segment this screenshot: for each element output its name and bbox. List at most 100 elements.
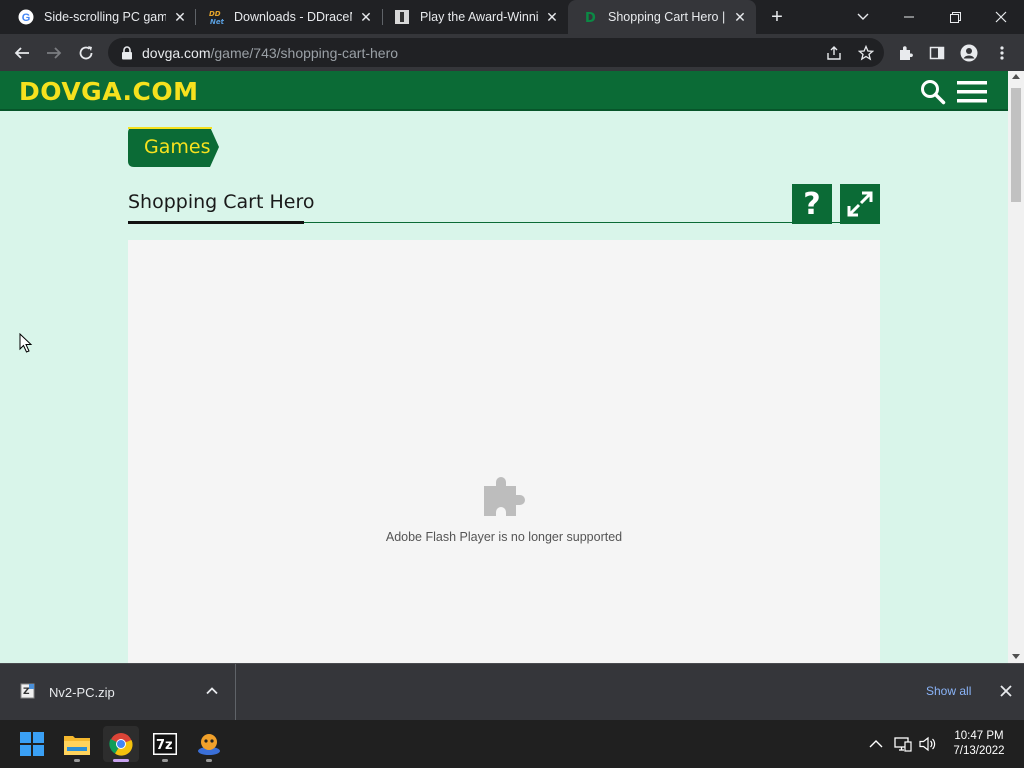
clock-date: 7/13/2022 <box>953 745 1005 757</box>
close-window-button[interactable] <box>978 0 1024 34</box>
page-scrollbar[interactable] <box>1008 71 1024 663</box>
mouse-cursor-icon <box>19 332 33 353</box>
game-embed-area[interactable]: Adobe Flash Player is no longer supporte… <box>128 240 880 663</box>
close-icon <box>995 11 1007 23</box>
game-app-icon <box>198 734 220 755</box>
chrome-icon <box>109 733 133 756</box>
download-file-name: Nv2-PC.zip <box>49 685 115 700</box>
restore-icon <box>949 11 961 23</box>
title-underline <box>128 221 304 224</box>
clock-time: 10:47 PM <box>954 730 1004 742</box>
scrollbar-thumb[interactable] <box>1011 88 1021 202</box>
site-logo[interactable]: DOVGA.COM <box>19 77 199 106</box>
site-search-button[interactable] <box>920 79 946 105</box>
tab-strip: G Side-scrolling PC game ✕ DD Net Downloa… <box>0 0 1024 34</box>
hamburger-menu-icon <box>957 81 987 103</box>
taskbar-7zip[interactable]: 7z <box>147 726 183 762</box>
search-icon <box>921 80 946 105</box>
page-viewport: DOVGA.COM Games Shopping Cart Hero ? Ado… <box>0 71 1008 663</box>
extensions-button[interactable] <box>892 39 920 67</box>
lock-icon <box>120 45 134 60</box>
tab-shopping-cart-hero[interactable]: D Shopping Cart Hero | d ✕ <box>568 0 756 34</box>
back-button[interactable] <box>8 39 36 67</box>
network-icon[interactable] <box>894 735 912 753</box>
chevron-up-tray-icon[interactable] <box>867 735 885 753</box>
ddnet-icon: DD Net <box>208 9 224 25</box>
puzzle-icon <box>900 46 913 60</box>
svg-text:DD: DD <box>209 10 221 18</box>
close-tab-icon[interactable]: ✕ <box>172 9 188 25</box>
chevron-down-icon <box>857 13 869 20</box>
address-bar[interactable]: dovga.com/game/743/shopping-cart-hero <box>108 38 884 67</box>
windows-start-icon <box>20 732 44 756</box>
system-clock[interactable]: 10:47 PM 7/13/2022 <box>946 729 1012 759</box>
svg-text:G: G <box>22 12 31 24</box>
close-tab-icon[interactable]: ✕ <box>544 9 560 25</box>
arrow-right-icon <box>47 47 62 59</box>
arrow-left-icon <box>14 47 29 59</box>
scroll-down-arrow-icon[interactable] <box>1012 654 1020 659</box>
profile-button[interactable] <box>955 39 983 67</box>
url-text: dovga.com/game/743/shopping-cart-hero <box>142 45 398 61</box>
forward-button[interactable] <box>40 39 68 67</box>
share-icon[interactable] <box>826 45 842 61</box>
tab-search-button[interactable] <box>840 0 886 34</box>
tab-award-winning-game[interactable]: Play the Award-Winning ✕ <box>382 0 568 34</box>
svg-text:Z: Z <box>23 687 30 697</box>
running-indicator <box>162 759 168 762</box>
taskbar-chrome[interactable] <box>103 726 139 762</box>
dovga-icon: D <box>582 9 598 25</box>
tab-title: Side-scrolling PC game <box>44 10 166 24</box>
scroll-up-arrow-icon[interactable] <box>1012 74 1020 79</box>
expand-icon <box>847 191 873 217</box>
svg-text:D: D <box>585 11 596 25</box>
running-indicator <box>113 759 129 762</box>
7zip-icon: 7z <box>153 733 177 755</box>
close-tab-icon[interactable]: ✕ <box>732 9 748 25</box>
tab-ddnet-downloads[interactable]: DDNet Downloads - DDraceNet ✕ <box>196 0 382 34</box>
fullscreen-button[interactable] <box>840 184 880 224</box>
game-icon <box>394 9 410 25</box>
volume-icon[interactable] <box>919 735 937 753</box>
plugin-puzzle-icon <box>482 474 526 518</box>
site-menu-button[interactable] <box>957 79 987 105</box>
zip-file-icon: Z <box>20 683 36 699</box>
close-download-bar-icon[interactable] <box>998 683 1014 699</box>
reload-icon <box>79 46 93 60</box>
minimize-icon <box>904 16 914 18</box>
taskbar-file-explorer[interactable] <box>59 726 95 762</box>
breadcrumb-label: Games <box>144 136 211 158</box>
help-button[interactable]: ? <box>792 184 832 224</box>
profile-icon <box>960 44 978 62</box>
side-panel-icon <box>929 46 945 60</box>
side-panel-button[interactable] <box>923 39 951 67</box>
chevron-up-icon[interactable] <box>205 684 219 698</box>
start-button[interactable] <box>14 726 50 762</box>
site-header: DOVGA.COM <box>0 71 1008 111</box>
running-indicator <box>206 759 212 762</box>
reload-button[interactable] <box>72 39 100 67</box>
running-indicator <box>74 759 80 762</box>
minimize-button[interactable] <box>886 0 932 34</box>
svg-text:Net: Net <box>210 18 224 25</box>
download-item[interactable]: Z Nv2-PC.zip <box>0 664 236 720</box>
flash-unsupported-message: Adobe Flash Player is no longer supporte… <box>385 530 623 544</box>
browser-toolbar: dovga.com/game/743/shopping-cart-hero <box>0 34 1024 71</box>
game-title: Shopping Cart Hero <box>128 191 315 213</box>
question-mark-icon: ? <box>803 186 821 222</box>
show-all-downloads-link[interactable]: Show all <box>926 684 971 698</box>
tab-title: Downloads - DDraceNet <box>234 10 352 24</box>
close-tab-icon[interactable]: ✕ <box>358 9 374 25</box>
tab-title: Play the Award-Winning <box>420 10 538 24</box>
star-icon[interactable] <box>858 45 874 61</box>
restore-button[interactable] <box>932 0 978 34</box>
kebab-menu-icon <box>1000 46 1004 60</box>
browser-menu-button[interactable] <box>988 39 1016 67</box>
new-tab-button[interactable]: + <box>766 6 788 28</box>
file-explorer-icon <box>64 736 90 755</box>
svg-text:7z: 7z <box>156 738 173 753</box>
google-icon: G <box>18 9 34 25</box>
taskbar-game-app[interactable] <box>191 726 227 762</box>
breadcrumb-games[interactable]: Games <box>128 127 219 167</box>
tab-google-search[interactable]: G Side-scrolling PC game ✕ <box>0 0 196 34</box>
